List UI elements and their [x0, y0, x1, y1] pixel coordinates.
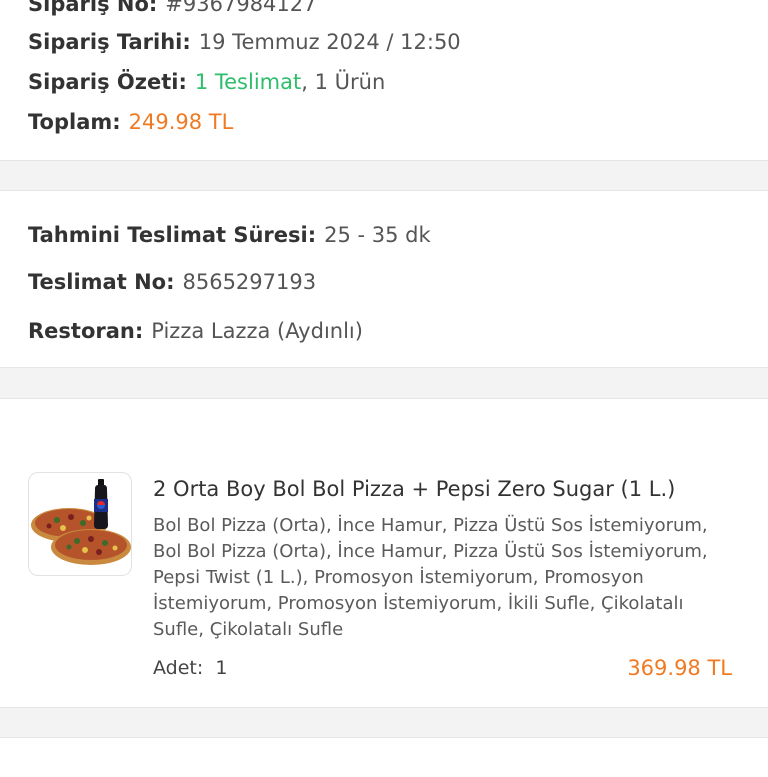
- product-image[interactable]: [28, 472, 132, 576]
- pizza-pepsi-product-image: [31, 479, 131, 565]
- order-number-value: #9367984127: [165, 0, 317, 16]
- order-date-row: Sipariş Tarihi: 19 Temmuz 2024 / 12:50: [28, 28, 461, 56]
- order-total-value: 249.98 TL: [128, 110, 234, 134]
- product-description-line: Pepsi Twist (1 L.), Promosyon İstemiyoru…: [153, 567, 644, 588]
- delivery-count-link[interactable]: 1 Teslimat: [195, 70, 301, 94]
- item-count-value: 1 Ürün: [314, 70, 386, 94]
- product-description-line: Bol Bol Pizza (Orta), İnce Hamur, Pizza …: [153, 541, 708, 562]
- order-total-row: Toplam: 249.98 TL: [28, 108, 233, 136]
- quantity-value: 1: [215, 657, 228, 679]
- order-date-label: Sipariş Tarihi:: [28, 30, 191, 54]
- product-description-line: Sufle, Çikolatalı Sufle: [153, 619, 344, 640]
- eta-row: Tahmini Teslimat Süresi: 25 - 35 dk: [28, 221, 431, 249]
- next-section-card: [0, 737, 768, 777]
- product-price: 369.98 TL: [627, 656, 732, 680]
- delivery-number-label: Teslimat No:: [28, 270, 175, 294]
- delivery-number-row: Teslimat No: 8565297193: [28, 268, 316, 296]
- product-card: 2 Orta Boy Bol Bol Pizza + Pepsi Zero Su…: [0, 398, 768, 708]
- product-description-line: Bol Bol Pizza (Orta), İnce Hamur, Pizza …: [153, 515, 708, 536]
- order-number-row: Sipariş No: #9367984127: [28, 0, 317, 18]
- product-description-line: İstemiyorum, Promosyon İstemiyorum, İkil…: [153, 593, 684, 614]
- order-total-label: Toplam:: [28, 110, 121, 134]
- delivery-info-card: Tahmini Teslimat Süresi: 25 - 35 dk Tesli…: [0, 190, 768, 368]
- restaurant-name: Pizza Lazza (Aydınlı): [151, 319, 363, 343]
- delivery-number-value: 8565297193: [182, 270, 317, 294]
- order-date-value: 19 Temmuz 2024 / 12:50: [198, 30, 461, 54]
- order-summary-card: Sipariş No: #9367984127 Sipariş Tarihi: 19…: [0, 0, 768, 161]
- product-description: Bol Bol Pizza (Orta), İnce Hamur, Pizza …: [153, 513, 743, 643]
- restaurant-row: Restoran: Pizza Lazza (Aydınlı): [28, 317, 363, 345]
- order-number-label: Sipariş No:: [28, 0, 158, 16]
- product-quantity: Adet: 1: [153, 655, 227, 681]
- order-overview-row: Sipariş Özeti: 1 Teslimat, 1 Ürün: [28, 68, 385, 96]
- restaurant-label: Restoran:: [28, 319, 144, 343]
- order-overview-label: Sipariş Özeti:: [28, 70, 187, 94]
- quantity-label: Adet:: [153, 657, 204, 679]
- overview-separator: ,: [301, 70, 308, 94]
- eta-value: 25 - 35 dk: [324, 223, 431, 247]
- eta-label: Tahmini Teslimat Süresi:: [28, 223, 317, 247]
- product-title: 2 Orta Boy Bol Bol Pizza + Pepsi Zero Su…: [153, 477, 676, 501]
